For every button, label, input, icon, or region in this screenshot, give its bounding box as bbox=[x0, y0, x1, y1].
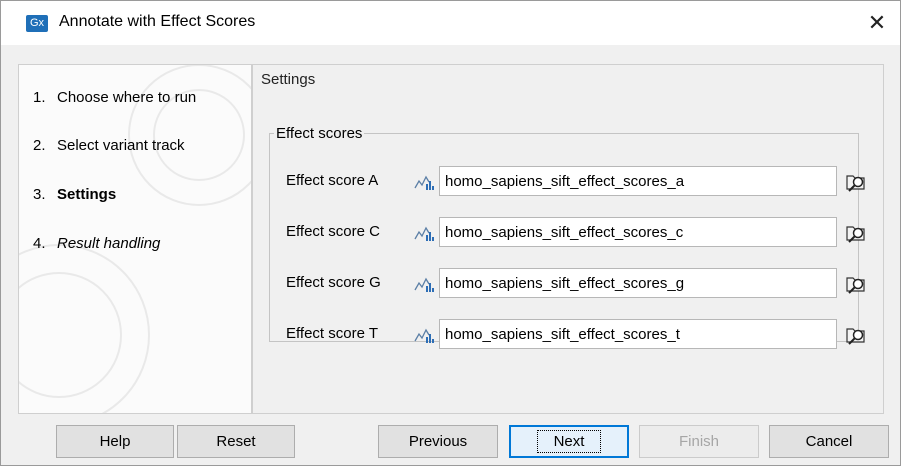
browse-folder-icon[interactable] bbox=[844, 271, 868, 295]
step-label: Select variant track bbox=[57, 137, 185, 154]
help-button[interactable]: Help bbox=[56, 425, 174, 458]
step-settings: 3. Settings bbox=[33, 186, 116, 203]
next-button[interactable]: Next bbox=[509, 425, 629, 458]
step-number: 3. bbox=[33, 186, 46, 203]
step-label: Choose where to run bbox=[57, 89, 197, 106]
step-number: 4. bbox=[33, 235, 46, 252]
cancel-button[interactable]: Cancel bbox=[769, 425, 889, 458]
previous-button[interactable]: Previous bbox=[378, 425, 498, 458]
step-choose-where-to-run: 1. Choose where to run bbox=[33, 89, 196, 106]
settings-panel: Settings Effect scores Effect score A ho… bbox=[252, 64, 884, 414]
browse-folder-icon[interactable] bbox=[844, 322, 868, 346]
step-number: 2. bbox=[33, 137, 46, 154]
reset-button[interactable]: Reset bbox=[177, 425, 295, 458]
settings-title: Settings bbox=[261, 71, 316, 88]
group-title: Effect scores bbox=[276, 125, 363, 142]
effect-score-g-input[interactable] bbox=[439, 268, 837, 298]
close-icon[interactable]: ✕ bbox=[854, 1, 900, 45]
step-label: Result handling bbox=[57, 235, 161, 252]
effect-score-track-icon bbox=[414, 226, 434, 241]
next-button-label: Next bbox=[536, 430, 602, 453]
step-label: Settings bbox=[57, 186, 117, 203]
effect-scores-group: Effect scores Effect score A Effect sco bbox=[269, 125, 865, 349]
effect-score-g-label: Effect score G bbox=[286, 274, 381, 291]
effect-score-track-icon bbox=[414, 277, 434, 292]
app-logo-icon: Gx bbox=[26, 15, 48, 32]
window-title: Annotate with Effect Scores bbox=[59, 13, 256, 30]
effect-score-t-input[interactable] bbox=[439, 319, 837, 349]
annotate-dialog: Gx Annotate with Effect Scores ✕ 1. Choos… bbox=[0, 0, 901, 466]
finish-button[interactable]: Finish bbox=[639, 425, 759, 458]
step-result-handling: 4. Result handling bbox=[33, 235, 160, 252]
browse-folder-icon[interactable] bbox=[844, 169, 868, 193]
wizard-steps-panel: 1. Choose where to run 2. Select variant t… bbox=[18, 64, 252, 414]
effect-score-c-input[interactable] bbox=[439, 217, 837, 247]
effect-score-c-label: Effect score C bbox=[286, 223, 380, 240]
effect-score-track-icon bbox=[414, 175, 434, 190]
title-bar: Gx Annotate with Effect Scores ✕ bbox=[1, 1, 900, 45]
effect-score-track-icon bbox=[414, 328, 434, 343]
browse-folder-icon[interactable] bbox=[844, 220, 868, 244]
effect-score-a-input[interactable] bbox=[439, 166, 837, 196]
effect-score-t-label: Effect score T bbox=[286, 325, 378, 342]
step-number: 1. bbox=[33, 89, 46, 106]
step-select-variant-track: 2. Select variant track bbox=[33, 137, 185, 154]
effect-score-a-label: Effect score A bbox=[286, 172, 379, 189]
